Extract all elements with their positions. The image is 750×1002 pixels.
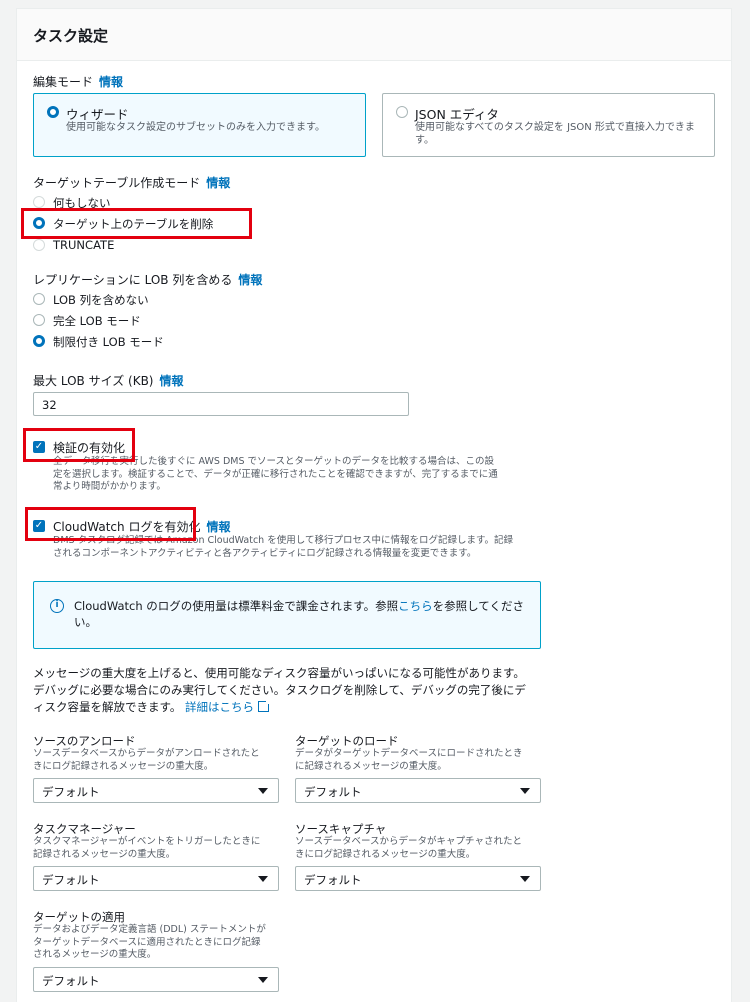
target-apply-select[interactable]: デフォルト: [33, 967, 279, 992]
severity-warning-text: メッセージの重大度を上げると、使用可能なディスク容量がいっぱいになる可能性があり…: [33, 666, 526, 714]
cloudwatch-info-link[interactable]: 情報: [206, 520, 230, 534]
alert-link[interactable]: こちら: [398, 599, 433, 613]
radio-nothing[interactable]: [33, 196, 45, 208]
source-capture-title: ソースキャプチャ: [295, 822, 387, 836]
json-editor-desc: 使用可能なすべてのタスク設定を JSON 形式で直接入力できます。: [415, 122, 695, 146]
panel-header: タスク設定: [17, 9, 731, 61]
edit-mode-info-link[interactable]: 情報: [99, 75, 123, 89]
caret-down-icon: [520, 788, 530, 794]
max-lob-size-input[interactable]: 32: [33, 392, 409, 416]
highlight-validation: [23, 428, 135, 462]
radio-lob-limited[interactable]: [33, 335, 45, 347]
wizard-desc: 使用可能なタスク設定のサブセットのみを入力できます。: [66, 122, 325, 133]
learn-more-link[interactable]: 詳細はこちら: [185, 700, 254, 714]
wizard-option-card[interactable]: ウィザード 使用可能なタスク設定のサブセットのみを入力できます。: [33, 93, 366, 157]
edit-mode-label: 編集モード 情報: [33, 75, 124, 89]
source-capture-select[interactable]: デフォルト: [295, 866, 541, 891]
target-load-select[interactable]: デフォルト: [295, 778, 541, 803]
target-apply-desc: データおよびデータ定義言語 (DDL) ステートメントが ターゲットデータベース…: [33, 924, 266, 960]
target-table-mode-label: ターゲットテーブル作成モード 情報: [33, 176, 231, 190]
external-link-icon: [258, 699, 272, 712]
alert-text: CloudWatch のログの使用量は標準料金で課金されます。参照こちらを参照し…: [74, 599, 524, 629]
task-manager-desc: タスクマネージャーがイベントをトリガーしたときに 記録されるメッセージの重大度。: [33, 836, 261, 860]
wizard-radio[interactable]: [47, 106, 59, 118]
source-unload-title: ソースのアンロード: [33, 734, 136, 748]
source-unload-desc: ソースデータベースからデータがアンロードされたと きにログ記録されるメッセージの…: [33, 748, 260, 772]
json-editor-option-card[interactable]: JSON エディタ 使用可能なすべてのタスク設定を JSON 形式で直接入力でき…: [382, 93, 715, 157]
max-lob-info-link[interactable]: 情報: [159, 374, 183, 388]
radio-lob-none[interactable]: [33, 293, 45, 305]
source-capture-desc: ソースデータベースからデータがキャプチャされたと きにログ記録されるメッセージの…: [295, 836, 522, 860]
radio-lob-full[interactable]: [33, 314, 45, 326]
target-table-info-link[interactable]: 情報: [206, 176, 230, 190]
task-manager-title: タスクマネージャー: [33, 822, 136, 836]
lob-info-link[interactable]: 情報: [238, 273, 262, 287]
caret-down-icon: [258, 876, 268, 882]
caret-down-icon: [520, 876, 530, 882]
panel-title: タスク設定: [33, 27, 109, 45]
source-unload-select[interactable]: デフォルト: [33, 778, 279, 803]
task-settings-panel: タスク設定 編集モード 情報 ウィザード 使用可能なタスク設定のサブセットのみを入…: [16, 8, 732, 1002]
target-load-desc: データがターゲットデータベースにロードされたとき に記録されるメッセージの重大度…: [295, 748, 523, 772]
radio-truncate[interactable]: [33, 239, 45, 251]
max-lob-label: 最大 LOB サイズ (KB) 情報: [33, 374, 184, 388]
lob-label: レプリケーションに LOB 列を含める 情報: [33, 273, 263, 287]
cloudwatch-cost-alert: i CloudWatch のログの使用量は標準料金で課金されます。参照こちらを参…: [33, 581, 541, 649]
caret-down-icon: [258, 788, 268, 794]
target-load-title: ターゲットのロード: [295, 734, 399, 748]
target-apply-title: ターゲットの適用: [33, 910, 125, 924]
info-icon: i: [50, 599, 64, 613]
highlight-cloudwatch: [25, 507, 196, 541]
highlight-drop-tables: [21, 208, 252, 239]
task-manager-select[interactable]: デフォルト: [33, 866, 279, 891]
caret-down-icon: [258, 977, 268, 983]
json-editor-radio[interactable]: [396, 106, 408, 118]
